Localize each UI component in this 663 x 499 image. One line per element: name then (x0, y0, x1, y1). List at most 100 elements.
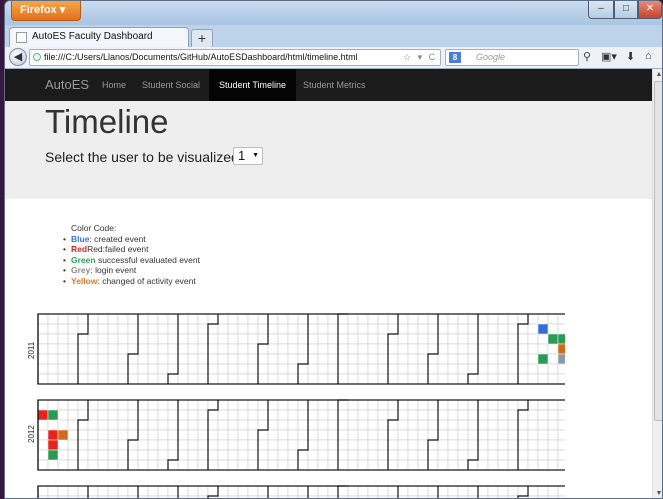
day-cell (167, 429, 179, 441)
nav-student-social[interactable]: Student Social (142, 69, 200, 101)
day-cell (297, 419, 309, 431)
day-cell (347, 485, 359, 497)
browser-tab[interactable]: AutoES Faculty Dashboard (9, 27, 189, 47)
day-cell (217, 419, 229, 431)
day-cell (417, 429, 429, 441)
day-cell (97, 449, 109, 461)
firefox-menu-button[interactable]: Firefox ▾ (11, 1, 81, 21)
day-cell (437, 429, 449, 441)
day-cell (517, 313, 529, 325)
day-cell (467, 373, 479, 385)
day-cell (227, 343, 239, 355)
url-text: file:///C:/Users/Llanos/Documents/GitHub… (44, 52, 358, 62)
day-cell (377, 353, 389, 365)
scrollbar-thumb[interactable] (654, 81, 662, 421)
day-cell (547, 373, 559, 385)
day-cell (167, 313, 179, 325)
day-cell (507, 429, 519, 441)
day-cell (427, 373, 439, 385)
day-cell (217, 459, 229, 471)
nav-student-timeline[interactable]: Student Timeline (209, 69, 297, 101)
search-icon[interactable]: ⚲ (583, 50, 591, 63)
day-cell (407, 459, 419, 471)
day-cell (247, 459, 259, 471)
nav-home[interactable]: Home (102, 69, 126, 101)
day-cell (157, 449, 169, 461)
day-cell (257, 439, 269, 451)
calendar-next-year (37, 485, 565, 498)
day-cell (87, 449, 99, 461)
day-cell (217, 323, 229, 335)
day-cell (317, 323, 329, 335)
day-cell (87, 313, 99, 325)
day-cell (57, 373, 69, 385)
day-cell (257, 485, 269, 497)
day-cell (497, 323, 509, 335)
bookmarks-menu-icon[interactable]: ▣▾ (601, 50, 617, 63)
day-cell (387, 353, 399, 365)
day-cell (507, 439, 519, 451)
day-cell (297, 373, 309, 385)
firefox-menu-label: Firefox (20, 4, 57, 16)
day-cell (67, 429, 79, 441)
day-cell (177, 323, 189, 335)
google-search-engine-icon[interactable]: 8 (449, 52, 461, 63)
event-cell-failed (47, 429, 59, 441)
day-cell (477, 419, 489, 431)
day-cell (67, 449, 79, 461)
day-cell (517, 373, 529, 385)
day-cell (507, 459, 519, 471)
scroll-down-icon[interactable]: ▼ (653, 488, 662, 498)
day-cell (57, 399, 69, 411)
day-cell (337, 459, 349, 471)
url-bar[interactable]: file:///C:/Users/Llanos/Documents/GitHub… (29, 49, 441, 66)
day-cell (67, 419, 79, 431)
brand-link[interactable]: AutoES (45, 69, 89, 101)
day-cell (547, 459, 559, 471)
nav-student-metrics[interactable]: Student Metrics (303, 69, 366, 101)
day-cell (267, 373, 279, 385)
bookmark-star-icon[interactable]: ☆ ▾ C (403, 50, 437, 65)
day-cell (87, 323, 99, 335)
day-cell (297, 333, 309, 345)
day-cell (67, 459, 79, 471)
day-cell (467, 363, 479, 375)
legend-item-green: Green successful evaluated event (63, 255, 200, 266)
back-arrow-icon[interactable]: ◀ (9, 48, 27, 66)
new-tab-button[interactable]: + (191, 29, 213, 47)
day-cell (187, 419, 199, 431)
day-cell (307, 399, 319, 411)
day-cell (157, 485, 169, 497)
day-cell (377, 399, 389, 411)
day-cell (467, 419, 479, 431)
legend-item-grey: Grey: login event (63, 265, 200, 276)
scroll-up-icon[interactable]: ▲ (653, 69, 662, 81)
day-cell (177, 459, 189, 471)
maximize-button[interactable]: □ (614, 1, 638, 19)
day-cell (97, 323, 109, 335)
day-cell (187, 459, 199, 471)
day-cell (147, 449, 159, 461)
day-cell (187, 363, 199, 375)
close-window-button[interactable]: ✕ (638, 1, 662, 19)
day-cell (157, 429, 169, 441)
day-cell (367, 323, 379, 335)
day-cell (537, 373, 549, 385)
day-cell (77, 323, 89, 335)
day-cell (297, 439, 309, 451)
day-cell (277, 459, 289, 471)
day-cell (377, 459, 389, 471)
day-cell (117, 399, 129, 411)
day-cell (247, 363, 259, 375)
user-select-dropdown[interactable]: 1 ▼ (233, 147, 263, 165)
minimize-button[interactable]: – (588, 1, 614, 19)
home-icon[interactable]: ⌂ (645, 50, 652, 62)
day-cell (217, 313, 229, 325)
day-cell (457, 429, 469, 441)
day-cell (497, 363, 509, 375)
download-icon[interactable]: ⬇ (626, 50, 635, 63)
vertical-scrollbar[interactable]: ▲ ▼ (652, 69, 662, 498)
search-input[interactable]: 8 Google (445, 49, 579, 66)
day-cell (197, 373, 209, 385)
day-cell (347, 399, 359, 411)
